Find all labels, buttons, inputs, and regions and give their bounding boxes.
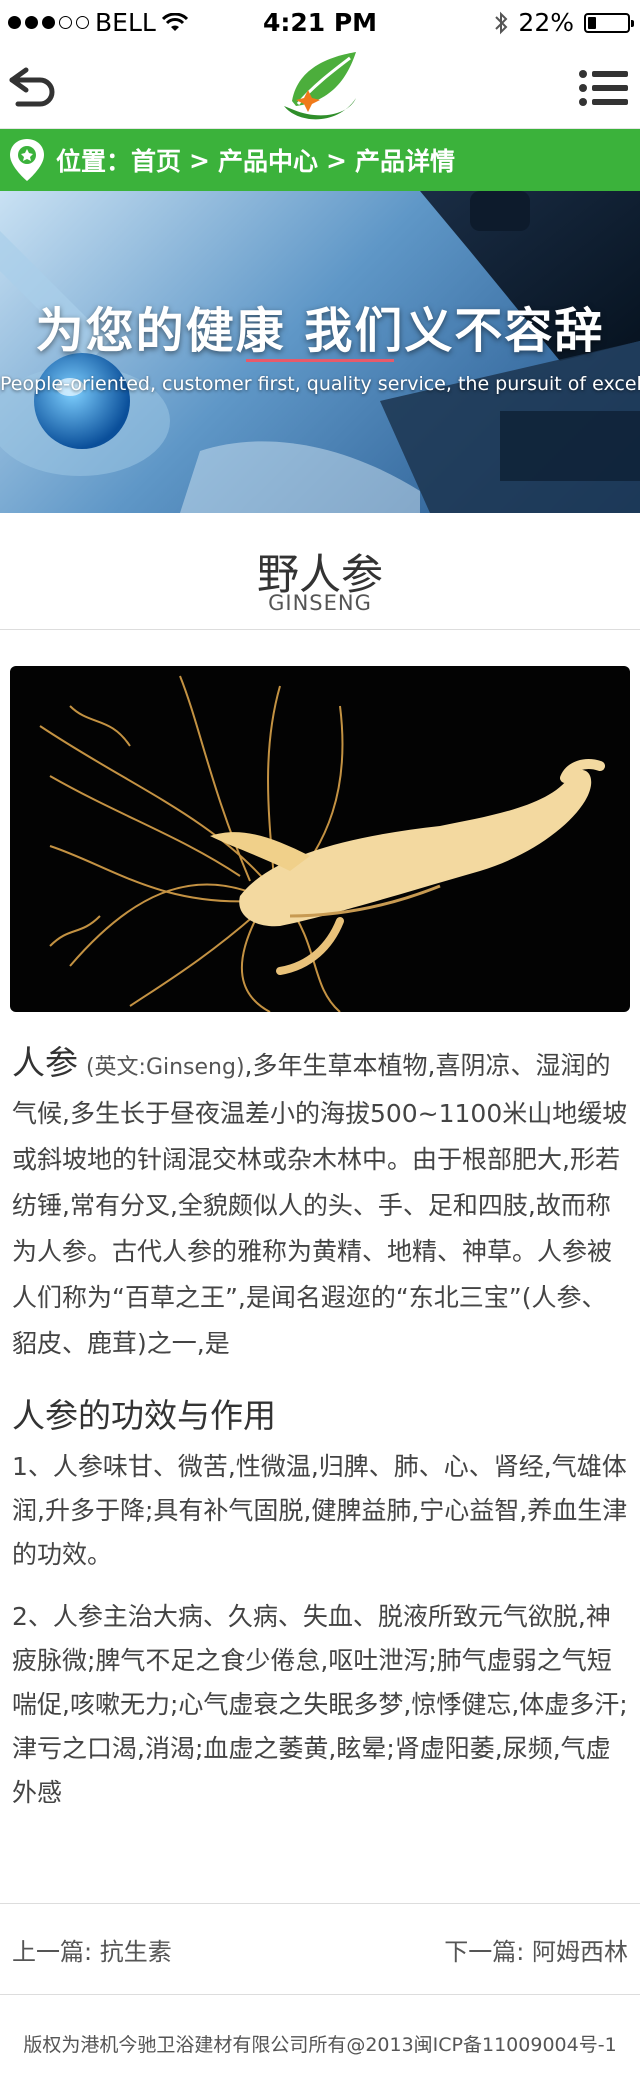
status-bar: BELL 4:21 PM 22% <box>0 0 640 46</box>
next-title: 阿姆西林 <box>532 1938 628 1966</box>
section-title: 人参的功效与作用 <box>12 1396 276 1435</box>
intro-text: ,多年生草本植物,喜阴凉、湿润的气候,多生长于昼夜温差小的海拔500~1100米… <box>12 1051 628 1358</box>
battery-icon <box>584 12 634 33</box>
article-body: 人参 (英文:Ginseng),多年生草本植物,喜阴凉、湿润的气候,多生长于昼夜… <box>12 1040 628 1833</box>
banner-title: 为您的健康 我们义不容辞 <box>35 303 605 359</box>
prev-article-link[interactable]: 上一篇: 抗生素 <box>12 1932 172 1967</box>
breadcrumb: 位置： 首页 > 产品中心 > 产品详情 <box>0 129 640 191</box>
paragraph: 2、人参主治大病、久病、失血、脱液所致元气欲脱,神疲脉微;脾气不足之食少倦怠,呕… <box>12 1602 628 1807</box>
intro-lead: 人参 <box>12 1043 78 1082</box>
breadcrumb-separator: > <box>326 145 347 175</box>
paragraph: 1、人参味甘、微苦,性微温,归脾、肺、心、肾经,气雄体润,升多于降;具有补气固脱… <box>12 1452 628 1569</box>
banner-subtitle: People-oriented, customer first, quality… <box>0 373 640 395</box>
next-article-link[interactable]: 下一篇: 阿姆西林 <box>444 1932 628 1967</box>
breadcrumb-separator: > <box>189 145 210 175</box>
product-heading: 野人参 GINSENG <box>0 513 640 630</box>
location-pin-icon <box>10 139 44 181</box>
next-label: 下一篇: <box>444 1938 525 1966</box>
breadcrumb-current: 产品详情 <box>354 147 455 176</box>
breadcrumb-products[interactable]: 产品中心 <box>218 142 318 178</box>
footer-copyright: 版权为港机今驰卫浴建材有限公司所有@2013闽ICP备11009004号-1 <box>23 2034 617 2056</box>
app-header <box>0 46 640 129</box>
article-pager: 上一篇: 抗生素 下一篇: 阿姆西林 <box>0 1903 640 1995</box>
banner-divider <box>246 359 394 362</box>
battery-percent: 22% <box>518 8 574 37</box>
bluetooth-icon <box>495 11 508 34</box>
product-image <box>10 666 630 1012</box>
product-name-en: GINSENG <box>268 591 372 615</box>
intro-english-name: (英文:Ginseng) <box>85 1055 245 1080</box>
prev-label: 上一篇: <box>12 1938 93 1966</box>
hero-banner: 为您的健康 我们义不容辞 People-oriented, customer f… <box>0 191 640 513</box>
back-arrow-icon[interactable] <box>8 64 58 110</box>
article-intro: 人参 (英文:Ginseng),多年生草本植物,喜阴凉、湿润的气候,多生长于昼夜… <box>12 1040 628 1367</box>
leaf-logo-icon[interactable] <box>278 46 362 128</box>
prev-title: 抗生素 <box>99 1938 172 1966</box>
list-menu-icon[interactable] <box>578 68 630 108</box>
ginseng-root-image <box>39 675 605 1012</box>
breadcrumb-home[interactable]: 首页 <box>131 142 181 178</box>
breadcrumb-label: 位置： <box>56 147 132 176</box>
